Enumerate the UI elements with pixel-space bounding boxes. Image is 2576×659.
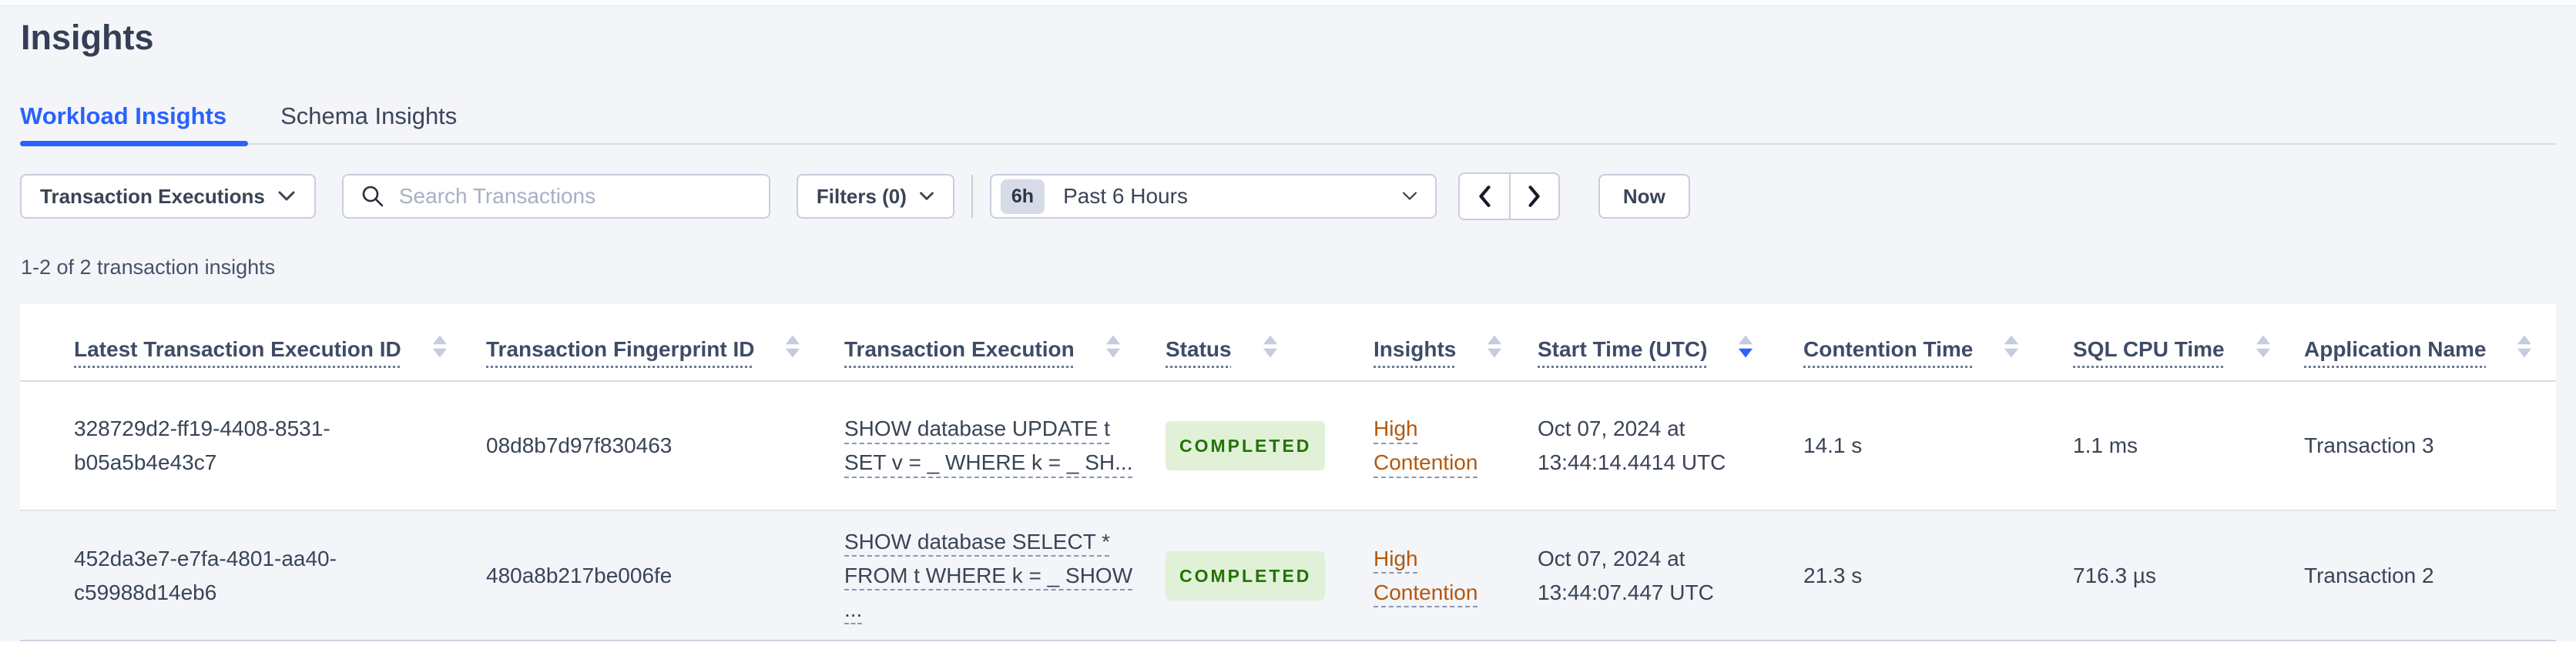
toolbar-divider: [971, 175, 973, 218]
column-header-contention-time[interactable]: Contention Time: [1803, 304, 2073, 382]
cell-insights: High Contention: [1374, 510, 1538, 640]
cell-status: COMPLETED: [1166, 510, 1374, 640]
cell-sql-cpu-time: 1.1 ms: [2073, 433, 2138, 457]
tab-workload-insights-label: Workload Insights: [20, 102, 227, 129]
time-pager: [1457, 172, 1560, 220]
table-row: 328729d2-ff19-4408-8531-b05a5b4e43c7 08d…: [20, 381, 2556, 510]
execution-type-dropdown-label: Transaction Executions: [40, 184, 265, 208]
time-range-label: Past 6 Hours: [1063, 184, 1188, 208]
transaction-execution-link[interactable]: SHOW database UPDATE t SET v = _ WHERE k…: [844, 412, 1133, 480]
cell-transaction-execution: SHOW database SELECT * FROM t WHERE k = …: [844, 510, 1166, 640]
search-icon: [362, 186, 384, 207]
sort-icon[interactable]: [2256, 333, 2271, 360]
filters-dropdown-label: Filters (0): [816, 184, 907, 208]
results-summary: 1-2 of 2 transaction insights: [21, 256, 276, 279]
sort-icon[interactable]: [1263, 333, 1278, 360]
time-range-badge: 6h: [1000, 179, 1045, 214]
cell-application-name: Transaction 3: [2304, 433, 2434, 457]
column-header-fingerprint-id[interactable]: Transaction Fingerprint ID: [486, 304, 844, 382]
column-header-status[interactable]: Status: [1166, 304, 1374, 382]
cell-transaction-execution: SHOW database UPDATE t SET v = _ WHERE k…: [844, 381, 1166, 510]
next-time-button[interactable]: [1508, 174, 1558, 219]
cell-contention-time: 21.3 s: [1803, 510, 2073, 640]
bottom-band: [0, 641, 2576, 659]
column-header-sql-cpu-time[interactable]: SQL CPU Time: [2073, 304, 2304, 382]
top-divider: [0, 0, 2576, 6]
column-header-transaction-execution[interactable]: Transaction Execution: [844, 304, 1166, 382]
chevron-down-icon: [278, 191, 295, 201]
sort-icon[interactable]: [432, 333, 448, 360]
execution-type-dropdown[interactable]: Transaction Executions: [20, 174, 316, 219]
table-header-row: Latest Transaction Execution ID Transact…: [20, 304, 2556, 382]
tab-schema-insights[interactable]: Schema Insights: [280, 103, 457, 143]
sort-icon-descending[interactable]: [1738, 333, 1753, 360]
cell-latest-execution-id: 328729d2-ff19-4408-8531-b05a5b4e43c7: [74, 416, 330, 474]
filters-dropdown[interactable]: Filters (0): [796, 174, 954, 219]
chevron-down-icon: [919, 192, 934, 200]
cell-start-time: Oct 07, 2024 at 13:44:14.4414 UTC: [1538, 416, 1726, 474]
search-input[interactable]: [398, 184, 752, 209]
tab-bar: Workload Insights Schema Insights: [20, 102, 2556, 146]
insights-table-card: Latest Transaction Execution ID Transact…: [20, 304, 2556, 642]
chevron-right-icon: [1528, 186, 1540, 207]
status-badge: COMPLETED: [1166, 421, 1326, 470]
previous-time-button[interactable]: [1459, 174, 1509, 219]
cell-sql-cpu-time: 716.3 µs: [2073, 510, 2304, 640]
cell-latest-execution-id: 452da3e7-e7fa-4801-aa40-c59988d14eb6: [20, 510, 486, 640]
tab-schema-insights-label: Schema Insights: [280, 102, 458, 129]
column-header-start-time[interactable]: Start Time (UTC): [1538, 304, 1803, 382]
now-button[interactable]: Now: [1598, 174, 1690, 219]
sort-icon[interactable]: [1487, 333, 1502, 360]
page-title: Insights: [21, 18, 154, 57]
cell-status: COMPLETED: [1166, 381, 1374, 510]
cell-start-time: Oct 07, 2024 at 13:44:07.447 UTC: [1538, 510, 1803, 640]
search-box[interactable]: [341, 174, 770, 219]
sort-icon[interactable]: [785, 333, 800, 360]
sort-icon[interactable]: [2004, 333, 2019, 360]
tab-workload-insights[interactable]: Workload Insights: [20, 102, 249, 146]
column-header-latest-execution-id[interactable]: Latest Transaction Execution ID: [20, 304, 486, 382]
status-badge: COMPLETED: [1166, 550, 1326, 600]
transaction-insights-table: Latest Transaction Execution ID Transact…: [20, 304, 2556, 640]
sort-icon[interactable]: [1105, 333, 1121, 360]
chevron-down-icon: [1402, 192, 1417, 200]
cell-application-name: Transaction 2: [2304, 510, 2556, 640]
now-button-label: Now: [1622, 184, 1665, 208]
cell-insights: High Contention: [1374, 381, 1538, 510]
insight-link[interactable]: High Contention: [1374, 412, 1512, 480]
cell-contention-time: 14.1 s: [1803, 433, 1863, 457]
time-range-dropdown[interactable]: 6h Past 6 Hours: [989, 174, 1437, 219]
column-header-insights[interactable]: Insights: [1374, 304, 1538, 382]
sort-icon[interactable]: [2517, 333, 2532, 360]
toolbar: Transaction Executions Filters (0) 6h Pa…: [20, 172, 2556, 220]
chevron-left-icon: [1479, 186, 1491, 207]
transaction-execution-link[interactable]: SHOW database SELECT * FROM t WHERE k = …: [844, 525, 1132, 627]
cell-fingerprint-id: 480a8b217be006fe: [486, 510, 844, 640]
column-header-application-name[interactable]: Application Name: [2304, 304, 2556, 382]
table-row: 452da3e7-e7fa-4801-aa40-c59988d14eb6 480…: [20, 510, 2556, 640]
cell-fingerprint-id: 08d8b7d97f830463: [486, 433, 673, 457]
insight-link[interactable]: High Contention: [1374, 542, 1512, 610]
